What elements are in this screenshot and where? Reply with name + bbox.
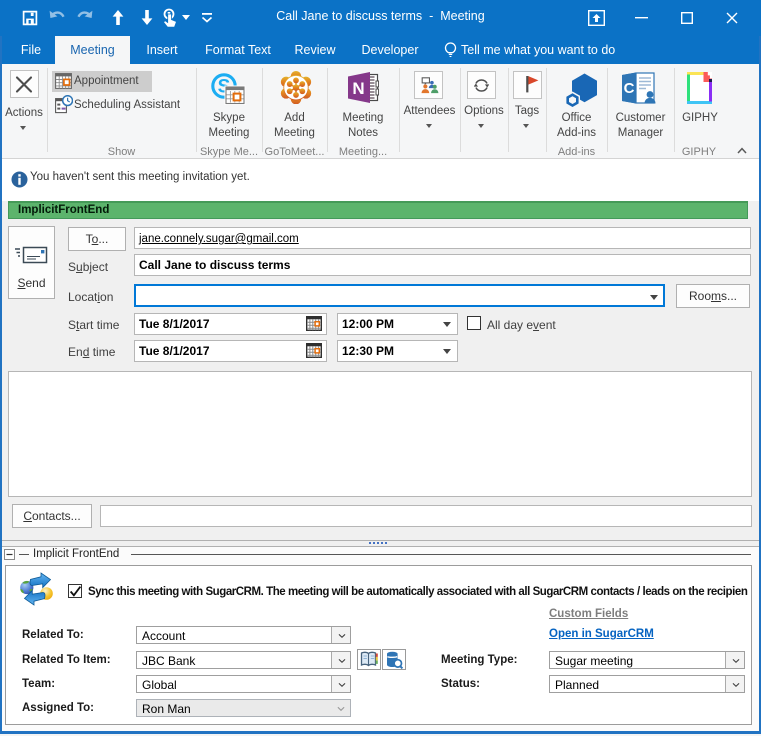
svg-text:N: N [352, 79, 364, 98]
svg-text:C: C [624, 80, 635, 97]
